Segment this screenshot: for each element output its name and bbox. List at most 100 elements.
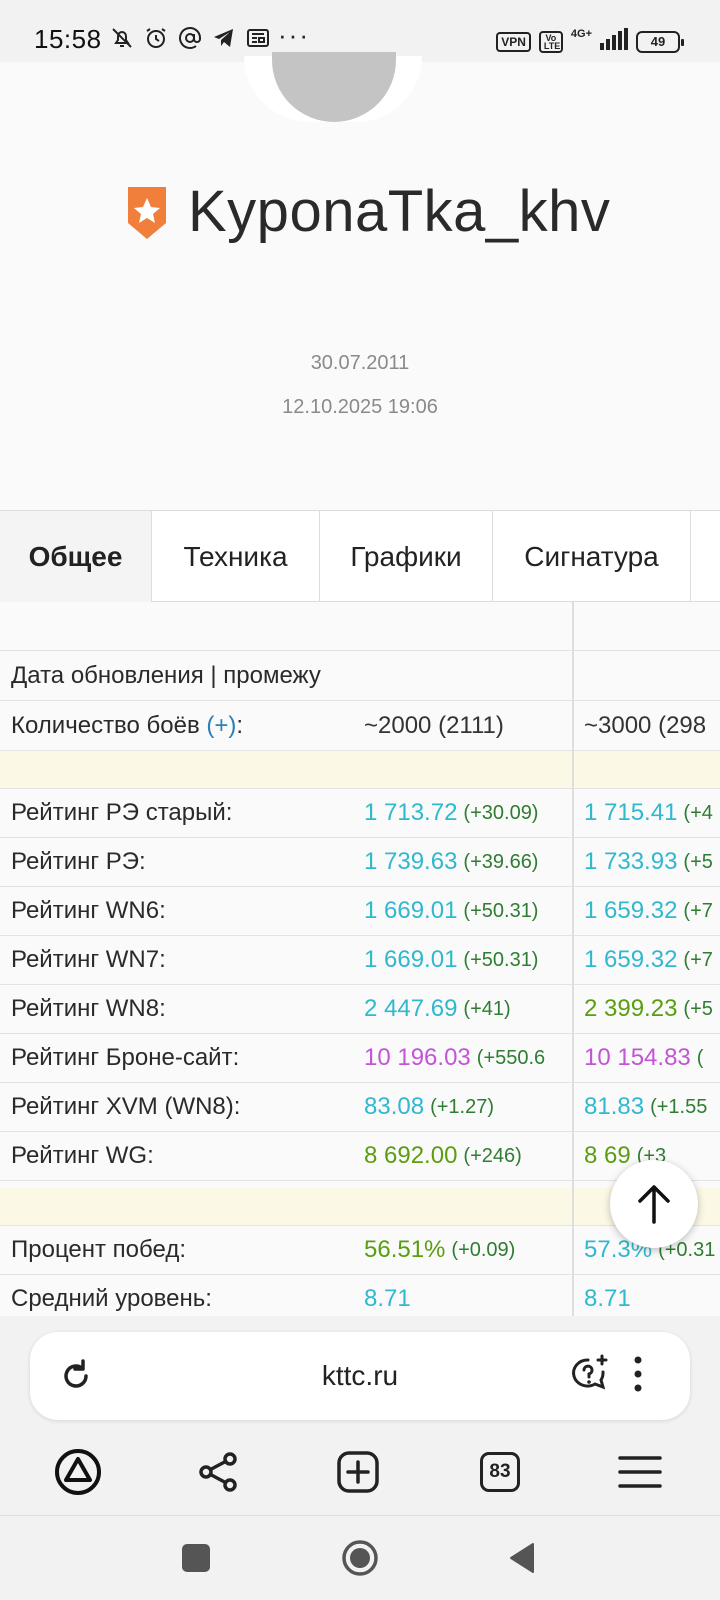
alarm-icon xyxy=(144,26,168,50)
recents-button[interactable] xyxy=(174,1536,218,1580)
table-row: Средний уровень: 8.71 8.71 xyxy=(0,1275,720,1316)
value-period-2-delta: (+7 xyxy=(683,899,713,922)
value-period-1-delta: (+1.27) xyxy=(430,1095,494,1118)
value-period-1: 1 739.63 xyxy=(364,848,458,875)
value-period-1: 2 447.69 xyxy=(364,995,458,1022)
share-button[interactable] xyxy=(192,1446,244,1498)
share-icon xyxy=(199,1452,237,1492)
back-button[interactable] xyxy=(500,1536,544,1580)
tab-signature[interactable]: Сигнатура xyxy=(493,511,691,602)
alice-assistant-button[interactable] xyxy=(52,1446,104,1498)
value-period-2-cell: 81.83 (+1.55 xyxy=(584,1083,720,1131)
status-time: 15:58 xyxy=(34,24,102,54)
ai-assistant-icon[interactable] xyxy=(568,1352,612,1401)
battles-expand-link[interactable]: (+) xyxy=(206,712,236,740)
scroll-to-top-button[interactable] xyxy=(610,1160,698,1248)
hamburger-icon xyxy=(618,1456,662,1488)
bell-off-icon xyxy=(110,26,134,50)
signal-icon xyxy=(600,28,628,55)
triangle-back-icon xyxy=(510,1543,534,1573)
arrow-up-icon xyxy=(638,1185,670,1224)
status-notification-icons xyxy=(110,26,270,50)
circle-icon xyxy=(342,1540,378,1576)
username-row: KyponaTka_khv xyxy=(124,178,610,245)
tab-vehicles[interactable]: Техника xyxy=(152,511,320,602)
volte-badge: Vo LTE xyxy=(538,30,563,53)
value-period-2: 10 154.83 xyxy=(584,1044,691,1071)
value-period-2: 81.83 xyxy=(584,1093,645,1120)
last-update-date: 12.10.2025 19:06 xyxy=(282,396,438,418)
value-period-1: 83.08 xyxy=(364,1093,425,1120)
value-period-1-cell: 1 713.72 (+30.09) xyxy=(364,789,570,837)
row-label: Рейтинг WN8: xyxy=(11,995,166,1022)
table-row: Рейтинг WN7: 1 669.01 (+50.31) 1 659.32 (+7 xyxy=(0,936,720,985)
menu-button[interactable] xyxy=(614,1446,666,1498)
status-system-icons: VPN Vo LTE 4G+ 49 xyxy=(496,27,684,55)
address-bar[interactable]: kttc.ru xyxy=(30,1332,690,1420)
value-period-2: 1 733.93 xyxy=(584,848,678,875)
value-period-1-delta: (+0.09) xyxy=(451,1238,516,1261)
value-period-1-delta: (+30.09) xyxy=(463,801,539,824)
row-label: Рейтинг WN6: xyxy=(11,897,166,924)
vpn-badge: VPN xyxy=(496,31,531,52)
value-period-2-cell: 1 659.32 (+7 xyxy=(584,936,720,984)
player-profile: KyponaTka_khv 30.07.2011 12.10.2025 19:0… xyxy=(0,52,720,510)
value-period-1-delta: (+550.6 xyxy=(476,1046,546,1069)
value-period-2-cell: 10 154.83( xyxy=(584,1034,720,1082)
battles-colon: : xyxy=(236,711,244,739)
reload-icon[interactable] xyxy=(56,1356,96,1401)
value-period-2: 1 659.32 xyxy=(584,946,678,973)
row-label: Рейтинг РЭ: xyxy=(11,848,146,875)
value-period-1: 1 669.01 xyxy=(364,897,458,924)
new-tab-button[interactable] xyxy=(332,1446,384,1498)
value-period-1-delta: (+50.31) xyxy=(463,948,539,971)
table-row: Рейтинг WN8: 2 447.69 (+41) 2 399.23 (+5 xyxy=(0,985,720,1034)
square-icon xyxy=(182,1544,210,1572)
table-row: Рейтинг РЭ старый: 1 713.72 (+30.09) 1 715.… xyxy=(0,789,720,838)
value-period-1: 1 713.72 xyxy=(364,799,458,826)
address-bar-area: kttc.ru xyxy=(0,1316,720,1426)
value-period-2-delta: ( xyxy=(696,1046,704,1069)
value-period-1: 8 692.00 xyxy=(364,1142,458,1169)
battery-icon: 49 xyxy=(636,30,684,53)
update-period-row: Дата обновления | промежу xyxy=(0,651,720,701)
battles-row: Количество боёв (+): ~2000 (2111) ~3000 … xyxy=(0,701,720,751)
value-period-2-delta: (+1.55 xyxy=(650,1095,708,1118)
url-text[interactable]: kttc.ru xyxy=(180,1332,540,1420)
value-period-1-delta: (+50.31) xyxy=(463,899,539,922)
table-row: Рейтинг XVM (WN8): 83.08 (+1.27) 81.83 (+1.5… xyxy=(0,1083,720,1132)
battles-value-period-1: ~2000 (2111) xyxy=(364,711,504,739)
value-period-1: 8.71 xyxy=(364,1285,411,1312)
telegram-icon xyxy=(212,26,236,50)
network-type: 4G+ xyxy=(570,27,592,40)
table-header-row xyxy=(0,602,720,651)
tab-charts[interactable]: Графики xyxy=(320,511,493,602)
value-period-2: 1 715.41 xyxy=(584,799,678,826)
value-period-1: 56.51% xyxy=(364,1236,446,1263)
value-period-1-delta: (+39.66) xyxy=(463,850,539,873)
rank-badge-icon xyxy=(128,186,166,239)
row-label: Средний уровень: xyxy=(11,1285,212,1312)
plus-square-icon xyxy=(337,1451,379,1493)
value-period-2: 1 659.32 xyxy=(584,897,678,924)
system-navigation-bar xyxy=(0,1516,720,1600)
table-row: Рейтинг WG: 8 692.00 (+246) 8 69 (+3 xyxy=(0,1132,720,1181)
browser-toolbar: 83 xyxy=(0,1426,720,1516)
tab-general[interactable]: Общее xyxy=(0,511,152,602)
table-row: Рейтинг Броне-сайт: 10 196.03 (+550.6 10 15… xyxy=(0,1034,720,1083)
value-period-1-cell: 56.51% (+0.09) xyxy=(364,1226,570,1274)
value-period-2-cell: 8.71 xyxy=(584,1275,720,1316)
value-period-1-cell: 8.71 xyxy=(364,1275,570,1316)
more-menu-icon[interactable] xyxy=(626,1352,650,1401)
value-period-1-delta: (+41) xyxy=(463,997,511,1020)
value-period-1-delta: (+246) xyxy=(463,1144,522,1167)
stats-tabs: Общее Техника Графики Сигнатура xyxy=(0,510,720,602)
tabs-button[interactable]: 83 xyxy=(474,1446,526,1498)
value-period-2: 8 69 xyxy=(584,1142,631,1169)
value-period-2-cell: 1 715.41 (+4 xyxy=(584,789,720,837)
home-button[interactable] xyxy=(338,1536,382,1580)
newspaper-icon xyxy=(246,26,270,50)
value-period-1-cell: 1 669.01 (+50.31) xyxy=(364,887,570,935)
row-label: Процент побед: xyxy=(11,1236,186,1263)
table-row: Процент побед: 56.51% (+0.09) 57.3% (+0.31 xyxy=(0,1226,720,1275)
